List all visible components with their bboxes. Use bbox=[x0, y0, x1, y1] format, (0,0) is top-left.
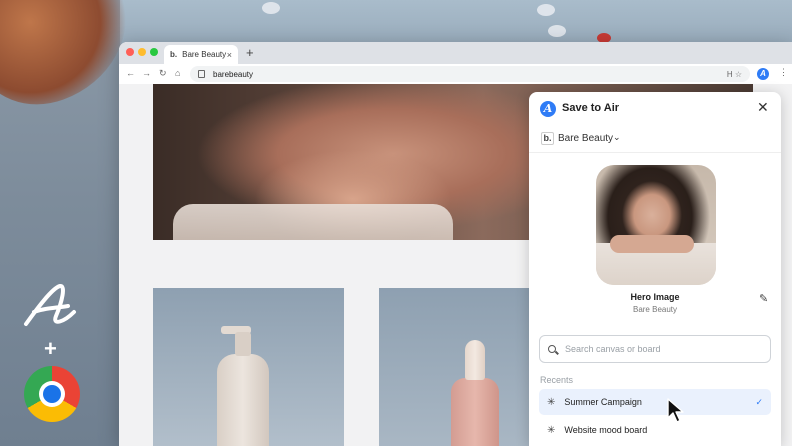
address-bar[interactable]: barebeauty H ☆ bbox=[190, 66, 750, 82]
plus-sign: + bbox=[44, 336, 57, 361]
new-tab-button[interactable]: + bbox=[246, 45, 254, 60]
search-placeholder: Search canvas or board bbox=[565, 344, 661, 354]
back-icon[interactable]: ← bbox=[126, 68, 135, 78]
background-fabric bbox=[120, 0, 792, 46]
product-image-pump-bottle[interactable] bbox=[153, 288, 344, 446]
panel-header: A Save to Air ✕ bbox=[529, 92, 781, 126]
mouse-cursor-icon bbox=[667, 398, 684, 423]
tab-bare-beauty[interactable]: b. Bare Beauty × bbox=[164, 45, 238, 64]
background-button bbox=[537, 4, 555, 16]
tab-strip: b. Bare Beauty × + bbox=[119, 42, 792, 64]
asset-source: Bare Beauty bbox=[632, 305, 678, 314]
forward-icon[interactable]: → bbox=[142, 68, 151, 78]
board-icon: ✳ bbox=[547, 396, 556, 408]
board-item-website-mood-board[interactable]: ✳ Website mood board bbox=[539, 417, 771, 443]
close-window-button[interactable] bbox=[126, 48, 134, 56]
recents-label: Recents bbox=[540, 375, 574, 385]
panel-title: Save to Air bbox=[562, 102, 620, 114]
board-item-label: Summer Campaign bbox=[564, 397, 642, 407]
minimize-window-button[interactable] bbox=[138, 48, 146, 56]
lock-icon bbox=[198, 70, 205, 78]
search-input[interactable]: Search canvas or board bbox=[539, 335, 771, 363]
search-icon bbox=[548, 345, 556, 353]
board-icon: ✳ bbox=[547, 424, 556, 436]
check-icon: ✓ bbox=[755, 396, 763, 407]
edit-pencil-icon[interactable]: ✎ bbox=[759, 292, 768, 305]
chevron-down-icon: ⌄ bbox=[613, 132, 621, 142]
maximize-window-button[interactable] bbox=[150, 48, 158, 56]
workspace-selector[interactable]: b. Bare Beauty ⌄ bbox=[529, 126, 781, 153]
favicon-icon: b. bbox=[170, 50, 178, 59]
background-button bbox=[262, 2, 280, 14]
tab-close-icon[interactable]: × bbox=[227, 50, 232, 60]
url-text: barebeauty bbox=[213, 69, 254, 79]
board-item-label: Website mood board bbox=[564, 425, 648, 435]
air-extension-icon[interactable]: A bbox=[757, 68, 769, 80]
browser-menu-icon[interactable]: ⋮ bbox=[779, 67, 788, 78]
home-icon[interactable]: ⌂ bbox=[175, 68, 180, 78]
workspace-icon: b. bbox=[541, 132, 554, 145]
chrome-logo-icon bbox=[24, 366, 80, 422]
address-bar-actions[interactable]: H ☆ bbox=[727, 70, 742, 79]
air-logo-icon bbox=[24, 284, 76, 326]
tab-title: Bare Beauty bbox=[182, 50, 227, 59]
product-image-dropper-bottle[interactable] bbox=[379, 288, 539, 446]
save-to-air-panel: A Save to Air ✕ b. Bare Beauty ⌄ Hero Im… bbox=[529, 92, 781, 446]
browser-toolbar: ← → ↻ ⌂ barebeauty H ☆ A ⋮ bbox=[119, 64, 792, 85]
asset-thumbnail bbox=[596, 165, 716, 285]
air-logo-icon: A bbox=[540, 101, 556, 117]
workspace-name: Bare Beauty bbox=[558, 133, 614, 144]
reload-icon[interactable]: ↻ bbox=[159, 68, 167, 79]
board-item-summer-campaign[interactable]: ✳ Summer Campaign ✓ bbox=[539, 389, 771, 415]
asset-name: Hero Image bbox=[630, 292, 680, 302]
close-icon[interactable]: ✕ bbox=[757, 99, 769, 116]
background-button bbox=[548, 25, 566, 37]
